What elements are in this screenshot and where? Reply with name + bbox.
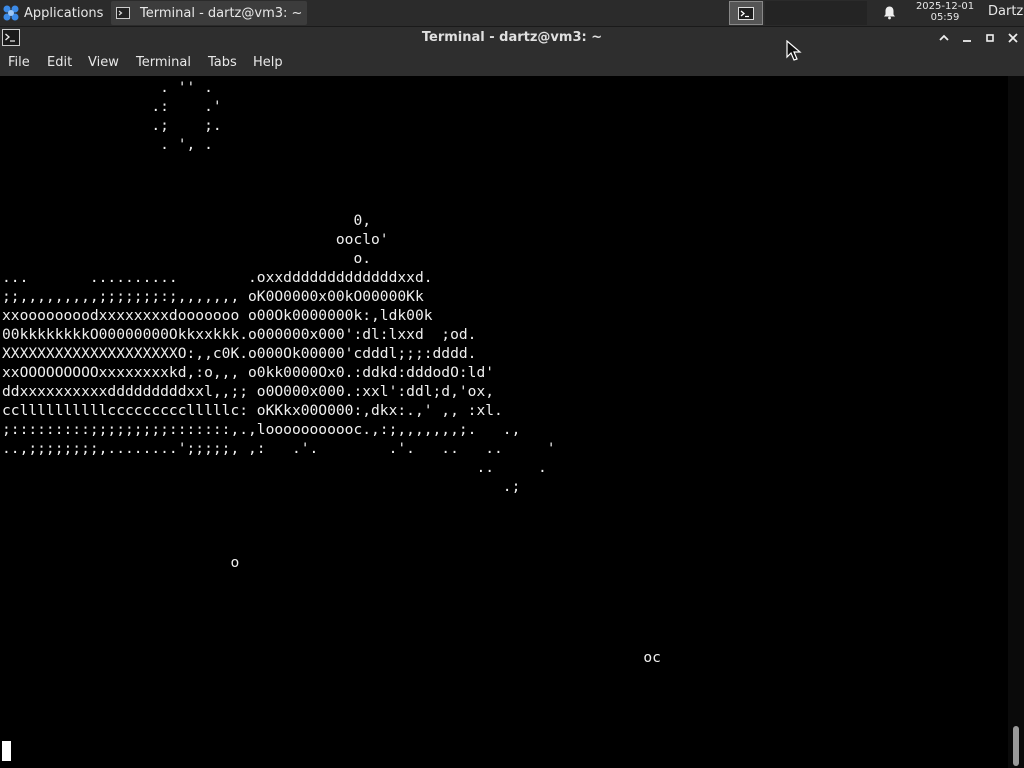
terminal-line: xxOOOOOOOOOxxxxxxxxkd,:o,,, o0kk0000Ox0.…: [2, 364, 495, 381]
close-icon[interactable]: [1005, 30, 1021, 46]
clock-date: 2025-12-01: [915, 1, 975, 12]
terminal-line: ccllllllllllccccccccclllllc: oKKkx00O000…: [2, 402, 503, 419]
menu-file[interactable]: File: [8, 55, 30, 70]
terminal-line: 00kkkkkkkkO00000000Okkxxkkk.o000000x000'…: [2, 326, 477, 343]
terminal-line: .; ;.: [2, 117, 222, 134]
terminal-line: ;:::::::::;;;;;;;;;:::::::,.,loooooooooo…: [2, 421, 521, 438]
terminal-line: o.: [2, 250, 372, 267]
terminal-line: ..,;;;;;;;;,........';;;;;, ,: .'. .'. .…: [2, 440, 556, 457]
menu-view[interactable]: View: [88, 55, 119, 70]
menubar: File Edit View Terminal Tabs Help: [0, 50, 1024, 76]
terminal-line: XXXXXXXXXXXXXXXXXXXXO:,,c0K.o000Ok00000'…: [2, 345, 477, 362]
terminal-output[interactable]: . '' . .: .' .; ;. . ', . 0, ooclo' o. .…: [0, 76, 1008, 768]
applications-menu-button[interactable]: Applications: [0, 0, 110, 26]
terminal-line: ... .......... .oxxdddddddddddddxxd.: [2, 269, 433, 286]
workspace-1[interactable]: [729, 1, 763, 25]
menu-terminal[interactable]: Terminal: [136, 55, 191, 70]
taskbar-item-terminal[interactable]: Terminal - dartz@vm3: ~: [111, 1, 307, 25]
text-cursor: [2, 741, 11, 761]
terminal-line: .: .': [2, 98, 222, 115]
clock-time: 05:59: [930, 12, 960, 23]
terminal-line: ;;,,,,,,,,,;;;;;;;:;,,,,,,, oK0O0000x00k…: [2, 288, 424, 305]
menu-help[interactable]: Help: [253, 55, 283, 70]
chevron-up-icon[interactable]: [936, 30, 952, 46]
user-menu[interactable]: Dartz: [988, 4, 1023, 19]
window-titlebar[interactable]: Terminal - dartz@vm3: ~: [0, 27, 1024, 50]
clock[interactable]: 2025-12-01 05:59: [906, 1, 984, 23]
terminal-line: oc: [2, 649, 661, 666]
terminal-line: . ', .: [2, 136, 213, 153]
terminal-icon: [116, 7, 130, 19]
terminal-line: o: [2, 554, 240, 571]
terminal-line: 0,: [2, 212, 372, 229]
terminal-line: .;: [2, 478, 521, 495]
menu-edit[interactable]: Edit: [47, 55, 72, 70]
workspace-2[interactable]: [765, 1, 799, 25]
terminal-line: xxoooooooodxxxxxxxxdooooooo o00Ok0000000…: [2, 307, 433, 324]
menu-tabs[interactable]: Tabs: [208, 55, 237, 70]
applications-label: Applications: [24, 5, 104, 21]
window-title: Terminal - dartz@vm3: ~: [421, 30, 603, 45]
workspace-3[interactable]: [799, 1, 833, 25]
terminal-scrollbar[interactable]: [1008, 76, 1024, 768]
terminal-icon: [738, 7, 754, 20]
top-panel: Applications Terminal - dartz@vm3: ~ 202…: [0, 0, 1024, 27]
terminal-line: . '' .: [2, 79, 213, 96]
terminal-line: ddxxxxxxxxxxdddddddddxxl,,;; o0O000x000.…: [2, 383, 495, 400]
maximize-icon[interactable]: [982, 30, 998, 46]
workspace-4[interactable]: [833, 1, 867, 25]
terminal-line: .. .: [2, 459, 547, 476]
xfce-logo-icon: [3, 5, 19, 21]
bell-icon[interactable]: [882, 5, 897, 20]
scrollbar-thumb[interactable]: [1013, 726, 1019, 766]
terminal-line: ooclo': [2, 231, 389, 248]
mouse-pointer-icon: [786, 40, 802, 61]
taskbar-item-label: Terminal - dartz@vm3: ~: [140, 5, 303, 21]
minimize-icon[interactable]: [959, 30, 975, 46]
